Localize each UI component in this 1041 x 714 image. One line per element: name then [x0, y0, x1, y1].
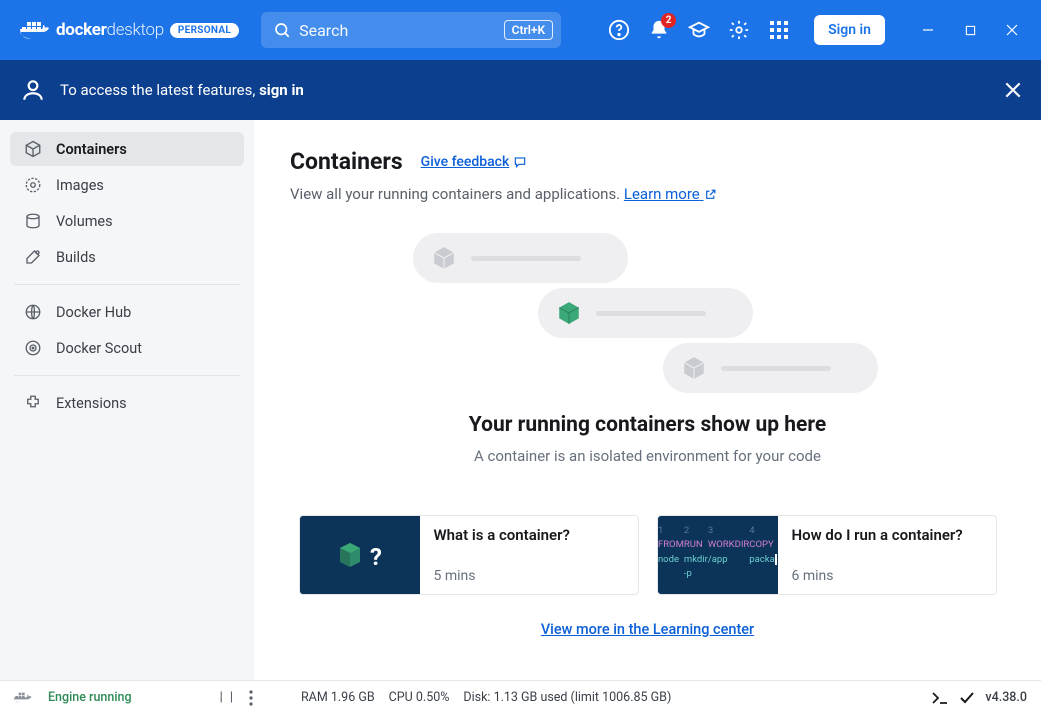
notification-badge: 2 — [661, 13, 676, 28]
cube-icon — [681, 355, 707, 381]
signin-banner: To access the latest features, sign in — [0, 60, 1041, 120]
help-icon[interactable] — [608, 19, 630, 41]
status-menu-button[interactable] — [249, 690, 253, 706]
sidebar-item-containers[interactable]: Containers — [10, 132, 244, 166]
main-content: Containers Give feedback View all your r… — [254, 120, 1041, 680]
sidebar-divider — [14, 375, 240, 376]
give-feedback-link[interactable]: Give feedback — [421, 154, 528, 170]
search-input[interactable]: Search Ctrl+K — [261, 12, 561, 48]
minimize-button[interactable] — [907, 0, 949, 60]
view-more-link[interactable]: View more in the Learning center — [290, 621, 1005, 638]
docker-whale-icon — [14, 690, 34, 706]
card-thumbnail: 1 FROM node 2 RUN mkdir -p 3 WORKDIR /ap… — [658, 516, 778, 594]
sidebar: Containers Images Volumes Builds Docker … — [0, 120, 254, 680]
search-placeholder: Search — [299, 21, 348, 40]
sidebar-item-label: Containers — [56, 141, 127, 158]
page-subtitle: View all your running containers and app… — [290, 185, 1005, 203]
maximize-button[interactable] — [949, 0, 991, 60]
container-icon — [24, 140, 42, 158]
sidebar-item-label: Docker Hub — [56, 304, 131, 321]
brand-text: dockerdesktop — [56, 20, 164, 40]
cpu-stat: CPU 0.50% — [389, 690, 450, 705]
empty-state-illustration — [413, 233, 883, 393]
settings-icon[interactable] — [728, 19, 750, 41]
banner-text: To access the latest features, sign in — [60, 81, 304, 99]
cube-icon — [431, 245, 457, 271]
close-button[interactable] — [991, 0, 1033, 60]
learning-card-run-container[interactable]: 1 FROM node 2 RUN mkdir -p 3 WORKDIR /ap… — [657, 515, 997, 595]
user-icon — [20, 77, 46, 103]
sign-in-button[interactable]: Sign in — [814, 15, 885, 45]
sidebar-item-docker-scout[interactable]: Docker Scout — [10, 331, 244, 365]
card-thumbnail: ? — [300, 516, 420, 594]
hub-icon — [24, 303, 42, 321]
card-time: 6 mins — [792, 568, 982, 584]
search-shortcut: Ctrl+K — [504, 20, 554, 40]
apps-grid-icon[interactable] — [768, 19, 790, 41]
notifications-icon[interactable]: 2 — [648, 19, 670, 41]
learning-card-what-is-container[interactable]: ? What is a container? 5 mins — [299, 515, 639, 595]
sidebar-item-docker-hub[interactable]: Docker Hub — [10, 295, 244, 329]
banner-close-button[interactable] — [1005, 82, 1021, 98]
disk-stat: Disk: 1.13 GB used (limit 1006.85 GB) — [463, 690, 671, 705]
terminal-icon[interactable] — [931, 691, 949, 705]
statusbar: Engine running | | RAM 1.96 GB CPU 0.50%… — [0, 680, 1041, 714]
learn-more-link[interactable]: Learn more — [624, 185, 717, 203]
external-link-icon — [704, 188, 717, 201]
sidebar-item-label: Volumes — [56, 213, 113, 230]
sidebar-item-images[interactable]: Images — [10, 168, 244, 202]
page-title: Containers — [290, 148, 403, 175]
feedback-icon — [513, 155, 527, 169]
empty-state-title: Your running containers show up here — [290, 413, 1005, 437]
search-icon — [273, 21, 291, 39]
svg-text:?: ? — [370, 543, 382, 571]
card-title: How do I run a container? — [792, 526, 982, 544]
images-icon — [24, 176, 42, 194]
empty-state-subtitle: A container is an isolated environment f… — [290, 447, 1005, 465]
engine-status[interactable]: Engine running — [48, 690, 132, 705]
ram-stat: RAM 1.96 GB — [301, 690, 375, 705]
sidebar-item-volumes[interactable]: Volumes — [10, 204, 244, 238]
volumes-icon — [24, 212, 42, 230]
card-time: 5 mins — [434, 568, 624, 584]
plan-badge: PERSONAL — [170, 23, 239, 38]
sidebar-divider — [14, 284, 240, 285]
card-title: What is a container? — [434, 526, 624, 544]
sidebar-item-builds[interactable]: Builds — [10, 240, 244, 274]
extensions-icon — [24, 394, 42, 412]
sidebar-item-label: Builds — [56, 249, 96, 266]
logo: dockerdesktop PERSONAL — [20, 19, 239, 41]
version-label[interactable]: v4.38.0 — [985, 690, 1027, 705]
titlebar-icons: 2 Sign in — [608, 15, 885, 45]
sidebar-item-label: Docker Scout — [56, 340, 142, 357]
education-icon[interactable] — [688, 19, 710, 41]
cube-icon — [556, 300, 582, 326]
builds-icon — [24, 248, 42, 266]
titlebar: dockerdesktop PERSONAL Search Ctrl+K 2 S… — [0, 0, 1041, 60]
sidebar-item-label: Images — [56, 177, 104, 194]
scout-icon — [24, 339, 42, 357]
sidebar-item-label: Extensions — [56, 395, 127, 412]
status-ok-icon — [959, 690, 975, 706]
docker-whale-icon — [20, 19, 50, 41]
pause-button[interactable]: | | — [220, 690, 235, 705]
banner-signin-link[interactable]: sign in — [259, 81, 304, 99]
window-controls — [907, 0, 1033, 60]
learning-cards: ? What is a container? 5 mins 1 FROM nod… — [290, 515, 1005, 595]
sidebar-item-extensions[interactable]: Extensions — [10, 386, 244, 420]
